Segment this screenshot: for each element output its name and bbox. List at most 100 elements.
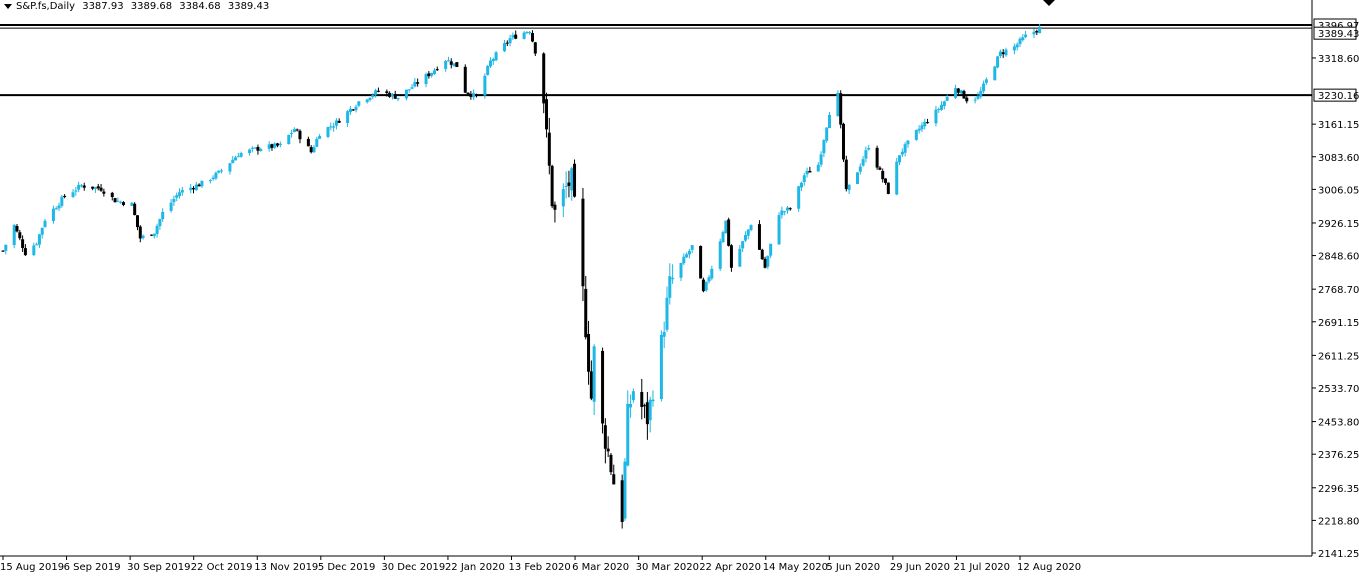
candle-bear [416,82,420,84]
candle-bull [802,175,806,182]
candle-bull [525,32,529,34]
candle-bear [306,138,310,147]
candle-bull [825,127,829,141]
candle-bull [805,170,809,175]
candle-bull [665,297,669,330]
candle-bull [861,159,865,166]
candle-bull [704,281,708,291]
candle-bear [881,170,885,180]
candle-bear [1001,52,1005,55]
x-tick-label: 30 Dec 2019 [381,562,445,573]
candle-bear [270,144,274,148]
candle-bear [388,93,392,97]
candle-bear [18,232,22,239]
candle-bull [631,391,635,401]
candle-bull [220,170,224,172]
candle-bull [236,156,240,158]
candle-bull [318,135,322,139]
candle-bear [547,132,551,166]
candle-bear [884,178,888,183]
candle-bull [707,277,711,282]
candle-bull [858,166,862,172]
candle-bull [780,210,784,216]
candle-bear [449,61,453,65]
candle-bull [528,32,532,34]
candle-bull [690,245,694,250]
close-value: 3389.43 [227,1,270,12]
candle-bull [522,32,526,39]
x-tick-label: 22 Oct 2019 [191,562,253,573]
candle-bull [37,234,41,245]
candle-bull [668,276,672,298]
y-tick-label: 2768.70 [1318,285,1359,296]
candle-bear [276,143,280,146]
level-price-label: 3389.43 [1318,29,1359,40]
candle-bull [998,51,1002,56]
candle-bull [743,235,747,241]
candle-bull [903,144,907,153]
candle-bull [799,182,803,188]
candle-bull [923,121,927,127]
candle-bull [74,190,78,192]
candle-bear [701,279,705,292]
y-tick-label: 2453.80 [1318,418,1359,429]
candle-bull [169,202,173,211]
candle-bull [937,108,941,110]
x-tick-label: 5 Dec 2019 [318,562,376,573]
candle-bear [63,195,67,197]
candle-bear [102,191,106,194]
candle-bull [12,225,16,246]
candle-bull [214,172,218,179]
candle-bear [505,42,509,44]
x-tick-label: 15 Aug 2019 [0,562,64,573]
candle-bear [138,226,142,239]
candle-bull [354,106,358,111]
x-tick-label: 22 Apr 2020 [699,562,761,573]
candle-bear [603,425,607,449]
candle-bear [645,402,649,425]
candle-bull [942,101,946,106]
candle-bull [1038,26,1042,34]
candle-bear [466,92,470,95]
candle-bull [250,147,254,149]
candle-bear [435,69,439,71]
low-value: 3384.68 [179,1,221,12]
candle-bull [211,177,215,180]
candle-bear [763,258,767,268]
candle-bull [561,189,565,207]
candle-bull [77,184,81,190]
y-tick-label: 2691.15 [1318,318,1359,329]
candle-bear [121,202,125,205]
candle-bull [592,346,596,402]
candle-bull [290,132,294,134]
candle-bull [511,35,515,38]
candle-bear [376,90,380,92]
candle-bear [567,182,571,186]
y-tick-label: 2611.25 [1318,351,1359,362]
candle-bull [629,404,633,408]
y-tick-label: 3161.15 [1318,120,1359,131]
candle-bull [371,95,375,98]
candle-bull [194,184,198,191]
candle-bull [982,83,986,92]
candle-bear [256,147,260,151]
candle-bull [332,126,336,128]
candle-bull [785,207,789,211]
candle-bull [827,114,831,129]
y-tick-label: 2926.15 [1318,219,1359,230]
price-chart[interactable]: 3318.60 3161.15 3083.60 3006.05 2926.15 2848.… [0,0,1359,578]
candle-bull [1021,37,1025,40]
candle-bull [687,250,691,255]
candle-bull [253,147,257,149]
high-value: 3389.68 [130,1,173,12]
candle-bull [365,99,369,103]
candle-bull [189,187,193,191]
candle-bull [993,66,997,81]
candle-bull [452,63,456,66]
candle-bull [180,189,184,193]
candle-bull [710,268,714,279]
collapse-triangle-icon[interactable] [4,3,12,9]
candle-bull [721,232,725,242]
candle-bear [309,147,313,153]
candle-bull [200,180,204,187]
